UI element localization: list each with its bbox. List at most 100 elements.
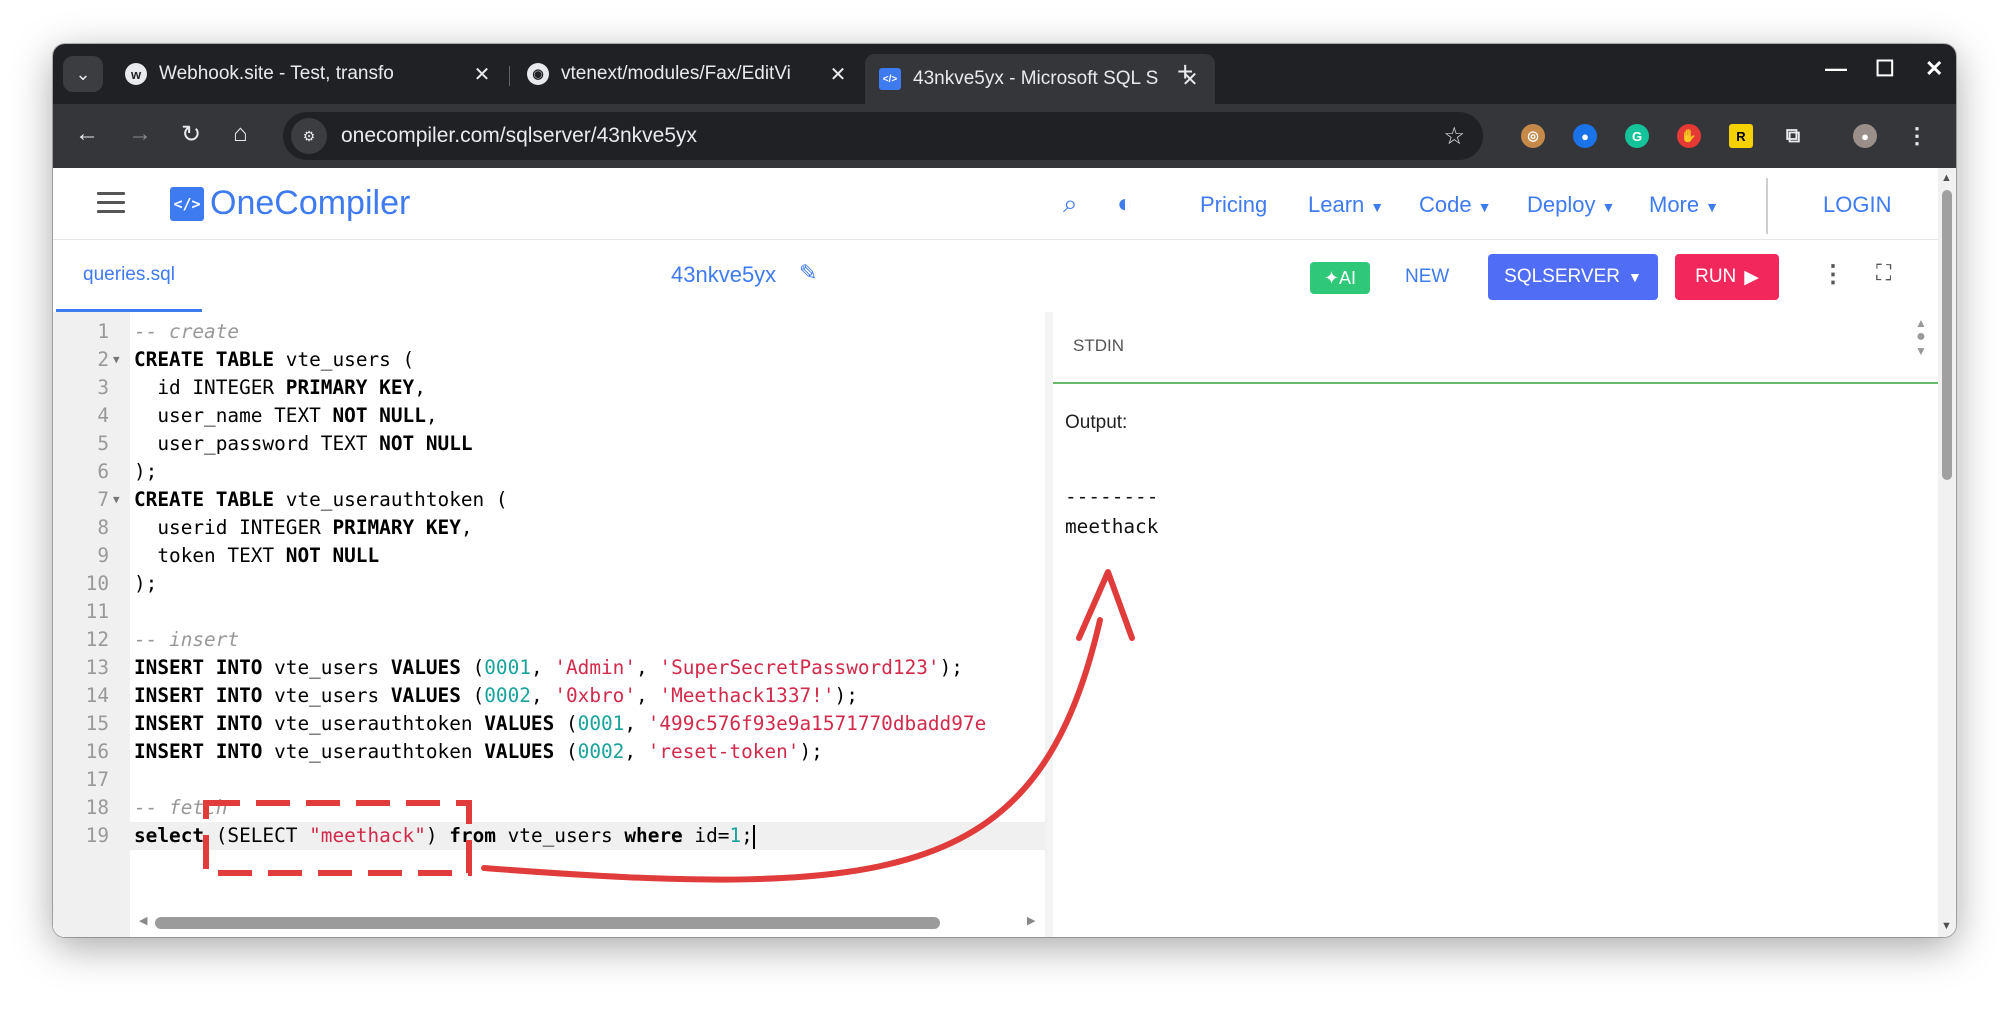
code-lines[interactable]: 1 -- create 2 ▼ CREATE TABLE vte_users (3 id… bbox=[53, 318, 1045, 850]
fullscreen-icon[interactable]: ⛶ bbox=[1876, 260, 1891, 286]
code-line[interactable]: 5 user_password TEXT NOT NULL bbox=[53, 430, 1045, 458]
code-line[interactable]: 1 -- create bbox=[53, 318, 1045, 346]
scroll-down-icon[interactable]: ▼ bbox=[1941, 920, 1952, 932]
code-line[interactable]: 4 user_name TEXT NOT NULL, bbox=[53, 402, 1045, 430]
reload-icon[interactable]: ↻ bbox=[181, 120, 201, 149]
scrollbar-thumb[interactable] bbox=[155, 917, 940, 929]
back-icon[interactable]: ← bbox=[75, 120, 99, 148]
code-line[interactable]: 13 INSERT INTO vte_users VALUES (0001, 'A… bbox=[53, 654, 1045, 682]
tab-search-button[interactable]: ⌄ bbox=[63, 56, 103, 92]
run-button[interactable]: RUN ▶ bbox=[1675, 254, 1779, 300]
fold-arrow-icon[interactable]: ▼ bbox=[113, 346, 120, 374]
extension-owl-icon[interactable]: ◎ bbox=[1521, 124, 1545, 148]
pane-splitter[interactable] bbox=[1045, 312, 1053, 937]
code-text[interactable]: INSERT INTO vte_userauthtoken VALUES (00… bbox=[134, 710, 986, 738]
scrollbar-thumb[interactable] bbox=[1942, 190, 1952, 480]
stdin-scrollbar[interactable]: ▲ ● ▼ bbox=[1915, 316, 1927, 358]
code-editor[interactable]: 1 -- create 2 ▼ CREATE TABLE vte_users (3 id… bbox=[53, 312, 1045, 937]
address-bar[interactable]: ⚙ onecompiler.com/sqlserver/43nkve5yx ☆ bbox=[283, 112, 1483, 160]
code-text[interactable]: CREATE TABLE vte_users ( bbox=[134, 346, 414, 374]
tab-github[interactable]: ◉ vtenext/modules/Fax/EditVi ✕ bbox=[513, 54, 863, 94]
ai-button[interactable]: ✦ AI bbox=[1310, 262, 1370, 294]
extension-stop-icon[interactable]: ✋ bbox=[1677, 124, 1701, 148]
code-text[interactable]: user_name TEXT NOT NULL, bbox=[134, 402, 437, 430]
logo-mark-icon: </> bbox=[170, 186, 204, 221]
close-icon[interactable]: ✕ bbox=[469, 62, 495, 87]
hamburger-menu-icon[interactable] bbox=[97, 192, 125, 219]
code-text[interactable]: INSERT INTO vte_users VALUES (0001, 'Adm… bbox=[134, 654, 963, 682]
code-text[interactable]: -- create bbox=[134, 318, 239, 346]
project-name[interactable]: 43nkve5yx bbox=[671, 262, 776, 288]
home-icon[interactable]: ⌂ bbox=[233, 120, 248, 148]
close-window-icon[interactable]: ✕ bbox=[1925, 56, 1943, 82]
site-settings-icon[interactable]: ⚙ bbox=[291, 118, 327, 154]
code-token: ( bbox=[554, 712, 578, 735]
line-number: 2 bbox=[97, 348, 109, 371]
code-line[interactable]: 19 select (SELECT "meethack") from vte_us… bbox=[53, 822, 1045, 850]
bookmark-star-icon[interactable]: ☆ bbox=[1443, 122, 1465, 151]
horizontal-scrollbar[interactable]: ◀ ▶ bbox=[133, 912, 1043, 932]
code-line[interactable]: 16 INSERT INTO vte_userauthtoken VALUES (… bbox=[53, 738, 1045, 766]
code-text[interactable]: -- fetch bbox=[134, 794, 227, 822]
code-line[interactable]: 10); bbox=[53, 570, 1045, 598]
extension-iq-icon[interactable]: ● bbox=[1573, 124, 1597, 148]
tab-webhook[interactable]: w Webhook.site - Test, transfo ✕ bbox=[111, 54, 507, 94]
nav-learn[interactable]: Learn ▼ bbox=[1308, 192, 1384, 218]
code-line[interactable]: 11 bbox=[53, 598, 1045, 626]
forward-icon[interactable]: → bbox=[128, 120, 152, 148]
code-text[interactable]: CREATE TABLE vte_userauthtoken ( bbox=[134, 486, 508, 514]
code-text[interactable]: token TEXT NOT NULL bbox=[134, 542, 379, 570]
extensions-puzzle-icon[interactable]: ⧉ bbox=[1781, 124, 1805, 148]
nav-pricing[interactable]: Pricing bbox=[1200, 192, 1267, 218]
code-line[interactable]: 18 -- fetch bbox=[53, 794, 1045, 822]
maximize-icon[interactable]: ☐ bbox=[1875, 56, 1895, 82]
pencil-edit-icon[interactable]: ✎ bbox=[799, 260, 817, 286]
url-text[interactable]: onecompiler.com/sqlserver/43nkve5yx bbox=[341, 124, 1443, 148]
code-text[interactable]: userid INTEGER PRIMARY KEY, bbox=[134, 514, 472, 542]
nav-more[interactable]: More ▼ bbox=[1649, 192, 1719, 218]
new-button[interactable]: NEW bbox=[1405, 266, 1449, 288]
code-line[interactable]: 6); bbox=[53, 458, 1045, 486]
extension-r-icon[interactable]: R bbox=[1729, 124, 1753, 148]
code-text[interactable]: ); bbox=[134, 570, 157, 598]
nav-code[interactable]: Code ▼ bbox=[1419, 192, 1491, 218]
extension-grammarly-icon[interactable]: G bbox=[1625, 124, 1649, 148]
search-icon[interactable]: ⌕ bbox=[1063, 188, 1078, 220]
browser-menu-icon[interactable]: ⋮ bbox=[1905, 123, 1929, 148]
code-line[interactable]: 12 -- insert bbox=[53, 626, 1045, 654]
language-select-button[interactable]: SQLSERVER ▼ bbox=[1488, 254, 1658, 300]
onecompiler-logo[interactable]: </> OneCompiler bbox=[170, 184, 410, 223]
fold-arrow-icon[interactable]: ▼ bbox=[113, 486, 120, 514]
scroll-up-icon[interactable]: ▲ bbox=[1941, 172, 1952, 184]
scroll-left-icon[interactable]: ◀ bbox=[139, 914, 147, 927]
more-options-icon[interactable]: ⋮ bbox=[1821, 260, 1845, 289]
minimize-icon[interactable]: — bbox=[1825, 56, 1847, 82]
login-link[interactable]: LOGIN bbox=[1823, 192, 1891, 218]
code-text[interactable]: INSERT INTO vte_userauthtoken VALUES (00… bbox=[134, 738, 823, 766]
code-line[interactable]: 15 INSERT INTO vte_userauthtoken VALUES (… bbox=[53, 710, 1045, 738]
code-text[interactable]: -- insert bbox=[134, 626, 239, 654]
code-line[interactable]: 3 id INTEGER PRIMARY KEY, bbox=[53, 374, 1045, 402]
scroll-right-icon[interactable]: ▶ bbox=[1027, 914, 1035, 927]
stdin-input-underline[interactable] bbox=[1053, 382, 1938, 384]
code-line[interactable]: 8 userid INTEGER PRIMARY KEY, bbox=[53, 514, 1045, 542]
code-line[interactable]: 9 token TEXT NOT NULL bbox=[53, 542, 1045, 570]
tab-onecompiler[interactable]: </> 43nkve5yx - Microsoft SQL S ✕ bbox=[865, 54, 1215, 104]
theme-toggle-icon[interactable]: ◐ bbox=[1117, 188, 1133, 219]
profile-avatar-icon[interactable]: ● bbox=[1853, 124, 1877, 148]
code-line[interactable]: 7 ▼ CREATE TABLE vte_userauthtoken ( bbox=[53, 486, 1045, 514]
page-vertical-scrollbar[interactable]: ▲ ▼ bbox=[1938, 168, 1956, 937]
code-token: token TEXT bbox=[134, 544, 286, 567]
nav-deploy[interactable]: Deploy ▼ bbox=[1527, 192, 1615, 218]
code-text[interactable]: id INTEGER PRIMARY KEY, bbox=[134, 374, 426, 402]
code-line[interactable]: 17 bbox=[53, 766, 1045, 794]
code-text[interactable]: INSERT INTO vte_users VALUES (0002, '0xb… bbox=[134, 682, 858, 710]
code-text[interactable]: ); bbox=[134, 458, 157, 486]
close-icon[interactable]: ✕ bbox=[825, 62, 851, 87]
code-line[interactable]: 2 ▼ CREATE TABLE vte_users ( bbox=[53, 346, 1045, 374]
new-tab-button[interactable]: + bbox=[1177, 56, 1193, 88]
code-text[interactable]: select (SELECT "meethack") from vte_user… bbox=[134, 822, 755, 850]
file-tab-queries[interactable]: queries.sql bbox=[56, 240, 202, 312]
code-text[interactable]: user_password TEXT NOT NULL bbox=[134, 430, 472, 458]
code-line[interactable]: 14 INSERT INTO vte_users VALUES (0002, '0… bbox=[53, 682, 1045, 710]
